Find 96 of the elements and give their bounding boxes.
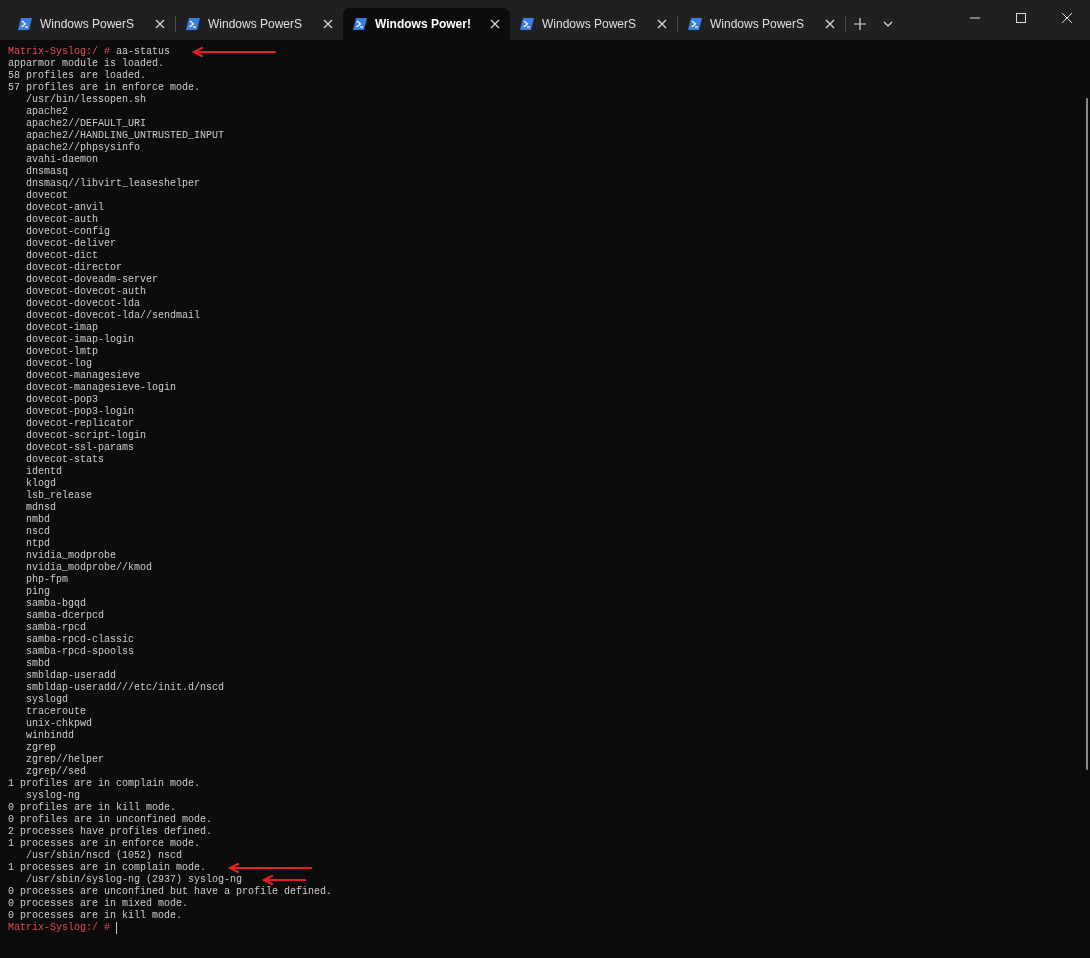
output-line: zgrep bbox=[26, 742, 56, 754]
tab[interactable]: Windows Power! bbox=[343, 8, 510, 40]
output-line: identd bbox=[26, 466, 62, 478]
output-line: samba-dcerpcd bbox=[26, 610, 104, 622]
output-line: dovecot-stats bbox=[26, 454, 104, 466]
powershell-icon bbox=[186, 18, 200, 30]
output-line: apache2//DEFAULT_URI bbox=[26, 118, 147, 130]
output-line: ntpd bbox=[26, 538, 50, 550]
output-line: nvidia_modprobe bbox=[26, 550, 116, 562]
output-line: nmbd bbox=[26, 514, 50, 526]
output-line: samba-bgqd bbox=[26, 598, 86, 610]
output-line: dovecot-replicator bbox=[26, 418, 135, 430]
output-line: unix-chkpwd bbox=[26, 718, 92, 730]
output-line: smbldap-useradd bbox=[26, 670, 116, 682]
powershell-icon bbox=[18, 18, 32, 30]
output-line: 0 profiles are in unconfined mode. bbox=[8, 814, 213, 826]
output-line: 0 processes are unconfined but have a profile defined. bbox=[8, 886, 333, 898]
output-line: dnsmasq bbox=[26, 166, 68, 178]
output-line: apache2//HANDLING_UNTRUSTED_INPUT bbox=[26, 130, 225, 142]
shell-prompt: Matrix-Syslog:/ # bbox=[8, 922, 111, 934]
output-line: nvidia_modprobe//kmod bbox=[26, 562, 153, 574]
output-line: apache2 bbox=[26, 106, 68, 118]
output-line: dovecot-pop3 bbox=[26, 394, 98, 406]
scrollbar[interactable] bbox=[1086, 98, 1088, 770]
close-icon[interactable] bbox=[490, 19, 500, 29]
powershell-icon bbox=[688, 18, 702, 30]
output-line: zgrep//sed bbox=[26, 766, 86, 778]
output-line: dovecot-dovecot-lda//sendmail bbox=[26, 310, 201, 322]
output-line: dovecot-lmtp bbox=[26, 346, 98, 358]
output-line: dnsmasq//libvirt_leaseshelper bbox=[26, 178, 201, 190]
shell-prompt: Matrix-Syslog:/ # bbox=[8, 46, 111, 58]
output-line: syslog-ng bbox=[26, 790, 80, 802]
output-line: /usr/sbin/nscd (1052) nscd bbox=[26, 850, 183, 862]
output-line: dovecot-config bbox=[26, 226, 110, 238]
close-icon[interactable] bbox=[825, 19, 835, 29]
output-line: 2 processes have profiles defined. bbox=[8, 826, 213, 838]
output-line: samba-rpcd-spoolss bbox=[26, 646, 135, 658]
plus-icon bbox=[854, 18, 866, 30]
output-line: dovecot-director bbox=[26, 262, 122, 274]
output-line: smbd bbox=[26, 658, 50, 670]
close-icon[interactable] bbox=[323, 19, 333, 29]
output-line: samba-rpcd bbox=[26, 622, 86, 634]
output-line: 57 profiles are in enforce mode. bbox=[8, 82, 201, 94]
maximize-icon bbox=[1016, 13, 1026, 23]
output-line: dovecot-auth bbox=[26, 214, 98, 226]
output-line: dovecot-dict bbox=[26, 250, 98, 262]
output-line: winbindd bbox=[26, 730, 74, 742]
output-line: /usr/bin/lessopen.sh bbox=[26, 94, 147, 106]
output-line: 1 processes are in enforce mode. bbox=[8, 838, 201, 850]
output-line: mdnsd bbox=[26, 502, 56, 514]
tab[interactable]: Windows PowerS bbox=[176, 8, 343, 40]
output-line: dovecot-script-login bbox=[26, 430, 147, 442]
output-line: ping bbox=[26, 586, 50, 598]
output-line: 1 processes are in complain mode. bbox=[8, 862, 207, 874]
powershell-icon bbox=[520, 18, 534, 30]
powershell-icon bbox=[353, 18, 367, 30]
output-line: smbldap-useradd///etc/init.d/nscd bbox=[26, 682, 225, 694]
minimize-icon bbox=[970, 17, 980, 19]
close-icon bbox=[1062, 13, 1072, 23]
output-line: 1 profiles are in complain mode. bbox=[8, 778, 201, 790]
output-line: samba-rpcd-classic bbox=[26, 634, 135, 646]
output-line: apparmor module is loaded. bbox=[8, 58, 165, 70]
output-line: traceroute bbox=[26, 706, 86, 718]
output-line: dovecot-ssl-params bbox=[26, 442, 135, 454]
output-line: dovecot-dovecot-lda bbox=[26, 298, 141, 310]
chevron-down-icon bbox=[883, 21, 893, 27]
close-icon[interactable] bbox=[657, 19, 667, 29]
output-line: 0 processes are in mixed mode. bbox=[8, 898, 189, 910]
output-line: klogd bbox=[26, 478, 56, 490]
output-line: dovecot-anvil bbox=[26, 202, 104, 214]
tab[interactable]: Windows PowerS bbox=[510, 8, 677, 40]
output-line: dovecot-log bbox=[26, 358, 92, 370]
output-line: 0 processes are in kill mode. bbox=[8, 910, 183, 922]
output-line: dovecot-pop3-login bbox=[26, 406, 135, 418]
output-line: lsb_release bbox=[26, 490, 92, 502]
output-line: 58 profiles are loaded. bbox=[8, 70, 147, 82]
output-line: dovecot-dovecot-auth bbox=[26, 286, 147, 298]
tab[interactable]: Windows PowerS bbox=[8, 8, 175, 40]
output-line: syslogd bbox=[26, 694, 68, 706]
output-line: dovecot-imap-login bbox=[26, 334, 135, 346]
tab[interactable]: Windows PowerS bbox=[678, 8, 845, 40]
output-line: 0 profiles are in kill mode. bbox=[8, 802, 177, 814]
output-line: dovecot-managesieve-login bbox=[26, 382, 177, 394]
output-line: dovecot-doveadm-server bbox=[26, 274, 159, 286]
output-line: zgrep//helper bbox=[26, 754, 104, 766]
close-icon[interactable] bbox=[155, 19, 165, 29]
command-text: aa-status bbox=[116, 46, 171, 58]
output-line: dovecot-managesieve bbox=[26, 370, 141, 382]
output-line: /usr/sbin/syslog-ng (2937) syslog-ng bbox=[26, 874, 243, 886]
output-line: avahi-daemon bbox=[26, 154, 98, 166]
output-line: nscd bbox=[26, 526, 50, 538]
output-line: apache2//phpsysinfo bbox=[26, 142, 141, 154]
output-line: dovecot bbox=[26, 190, 68, 202]
output-line: dovecot-deliver bbox=[26, 238, 116, 250]
output-line: dovecot-imap bbox=[26, 322, 98, 334]
output-line: php-fpm bbox=[26, 574, 68, 586]
